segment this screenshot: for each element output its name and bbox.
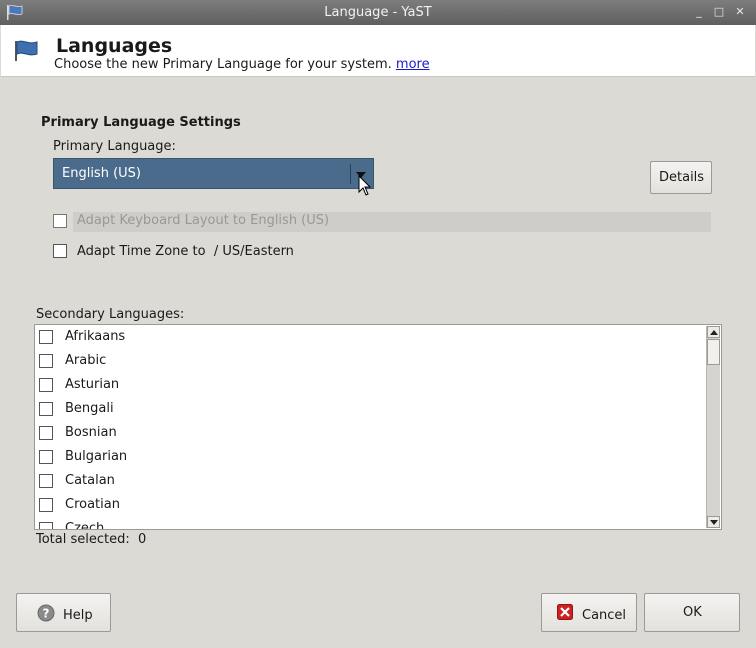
svg-text:?: ? bbox=[43, 607, 50, 621]
help-button-label: Help bbox=[63, 608, 93, 623]
subtitle-text: Choose the new Primary Language for your… bbox=[54, 57, 392, 72]
list-scrollbar[interactable] bbox=[706, 326, 720, 528]
dialog-header: Languages Choose the new Primary Languag… bbox=[1, 25, 755, 77]
help-button[interactable]: ? Help bbox=[16, 593, 111, 632]
details-button-label: Details bbox=[659, 170, 705, 185]
language-checkbox[interactable] bbox=[39, 522, 53, 529]
language-name: Bosnian bbox=[65, 425, 117, 440]
language-name: Bulgarian bbox=[65, 449, 128, 464]
more-link[interactable]: more bbox=[396, 57, 430, 72]
cancel-button[interactable]: Cancel bbox=[541, 593, 637, 632]
list-item[interactable]: Croatian bbox=[35, 493, 703, 517]
language-name: Croatian bbox=[65, 497, 120, 512]
language-name: Asturian bbox=[65, 377, 120, 392]
scrollbar-thumb[interactable] bbox=[707, 339, 720, 365]
adapt-timezone-checkbox[interactable] bbox=[53, 244, 67, 258]
cancel-button-label: Cancel bbox=[582, 608, 627, 623]
primary-language-label: Primary Language: bbox=[53, 139, 176, 154]
list-item[interactable]: Bosnian bbox=[35, 421, 703, 445]
scroll-down-icon[interactable] bbox=[707, 516, 720, 528]
page-title: Languages bbox=[56, 35, 173, 57]
secondary-languages-label: Secondary Languages: bbox=[36, 307, 185, 322]
primary-language-combobox[interactable]: English (US) bbox=[53, 158, 374, 189]
adapt-keyboard-label: Adapt Keyboard Layout to English (US) bbox=[77, 213, 330, 228]
window-titlebar[interactable]: Language - YaST _ □ ✕ bbox=[0, 0, 756, 25]
adapt-keyboard-checkbox[interactable] bbox=[53, 214, 67, 228]
total-selected-label: Total selected: bbox=[36, 532, 130, 547]
list-item[interactable]: Asturian bbox=[35, 373, 703, 397]
language-checkbox[interactable] bbox=[39, 402, 53, 416]
mouse-pointer-icon bbox=[358, 175, 372, 196]
maximize-icon[interactable]: □ bbox=[712, 5, 726, 19]
language-checkbox[interactable] bbox=[39, 498, 53, 512]
language-name: Bengali bbox=[65, 401, 114, 416]
help-icon: ? bbox=[37, 604, 55, 622]
primary-settings-heading: Primary Language Settings bbox=[41, 115, 241, 130]
language-checkbox[interactable] bbox=[39, 474, 53, 488]
adapt-timezone-label[interactable]: Adapt Time Zone to / US/Eastern bbox=[77, 244, 294, 259]
minimize-icon[interactable]: _ bbox=[692, 5, 706, 19]
language-flag-icon bbox=[15, 40, 38, 61]
ok-button-label: OK bbox=[683, 605, 702, 620]
page-subtitle: Choose the new Primary Language for your… bbox=[54, 57, 430, 72]
ok-button[interactable]: OK bbox=[644, 593, 740, 632]
list-item[interactable]: Czech bbox=[35, 517, 703, 530]
window-title: Language - YaST bbox=[324, 5, 432, 20]
language-checkbox[interactable] bbox=[39, 426, 53, 440]
language-checkbox[interactable] bbox=[39, 354, 53, 368]
list-item[interactable]: Catalan bbox=[35, 469, 703, 493]
language-name: Czech bbox=[65, 521, 105, 530]
language-name: Arabic bbox=[65, 353, 107, 368]
language-checkbox[interactable] bbox=[39, 330, 53, 344]
details-button[interactable]: Details bbox=[650, 161, 712, 194]
list-item[interactable]: Bengali bbox=[35, 397, 703, 421]
language-checkbox[interactable] bbox=[39, 378, 53, 392]
secondary-languages-list[interactable]: Afrikaans Arabic Asturian Bengali Bosnia… bbox=[34, 324, 722, 530]
combo-separator bbox=[350, 164, 351, 184]
language-checkbox[interactable] bbox=[39, 450, 53, 464]
list-item[interactable]: Afrikaans bbox=[35, 325, 703, 349]
total-selected-value: 0 bbox=[138, 532, 147, 547]
scroll-up-icon[interactable] bbox=[707, 326, 720, 338]
language-name: Afrikaans bbox=[65, 329, 126, 344]
list-item[interactable]: Arabic bbox=[35, 349, 703, 373]
adapt-keyboard-row: Adapt Keyboard Layout to English (US) bbox=[73, 212, 711, 232]
close-icon[interactable]: ✕ bbox=[733, 5, 747, 19]
total-selected: Total selected: 0 bbox=[36, 532, 146, 547]
list-item[interactable]: Bulgarian bbox=[35, 445, 703, 469]
language-name: Catalan bbox=[65, 473, 115, 488]
cancel-x-icon bbox=[557, 604, 573, 620]
primary-language-value: English (US) bbox=[62, 166, 141, 181]
